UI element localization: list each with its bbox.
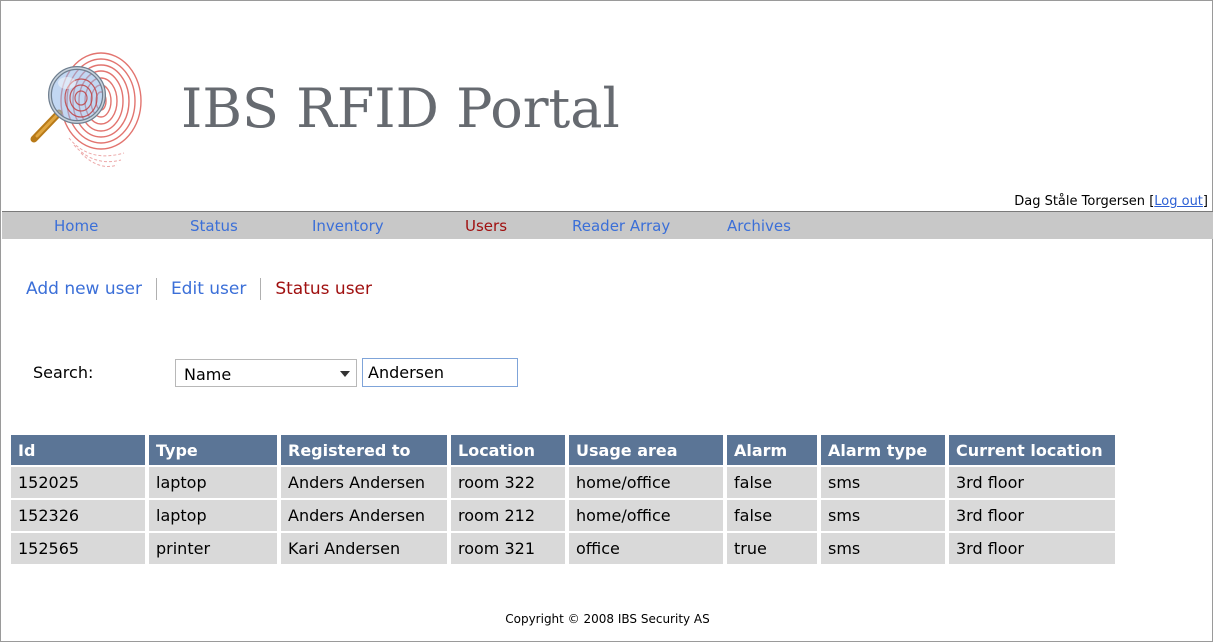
cell-location: room 321 <box>451 533 565 564</box>
column-header: Usage area <box>569 435 723 465</box>
cell-current-location: 3rd floor <box>949 467 1115 498</box>
page-frame: IBS RFID Portal Dag Ståle Torgersen [Log… <box>0 0 1213 642</box>
cell-registered-to: Kari Andersen <box>281 533 447 564</box>
nav-status[interactable]: Status <box>190 217 238 235</box>
search-label: Search: <box>33 363 94 382</box>
subnav-divider <box>260 278 262 300</box>
cell-location: room 212 <box>451 500 565 531</box>
cell-usage-area: office <box>569 533 723 564</box>
nav-reader-array[interactable]: Reader Array <box>572 217 670 235</box>
footer-copyright: Copyright © 2008 IBS Security AS <box>505 612 710 626</box>
logout-link[interactable]: Log out <box>1154 194 1203 209</box>
cell-alarm: true <box>727 533 817 564</box>
search-field-selected: Name <box>184 365 232 384</box>
fingerprint-magnifier-icon <box>30 52 142 167</box>
cell-usage-area: home/office <box>569 467 723 498</box>
table-row[interactable]: 152565 printer Kari Andersen room 321 of… <box>11 533 1115 564</box>
results-table: Id Type Registered to Location Usage are… <box>7 433 1119 566</box>
cell-alarm-type: sms <box>821 533 945 564</box>
cell-registered-to: Anders Andersen <box>281 467 447 498</box>
table-header-row: Id Type Registered to Location Usage are… <box>11 435 1115 465</box>
cell-usage-area: home/office <box>569 500 723 531</box>
column-header: Type <box>149 435 277 465</box>
cell-current-location: 3rd floor <box>949 500 1115 531</box>
logout-bracket-close: ] <box>1202 194 1208 209</box>
nav-users[interactable]: Users <box>465 217 507 235</box>
table-row[interactable]: 152025 laptop Anders Andersen room 322 h… <box>11 467 1115 498</box>
cell-id: 152326 <box>11 500 145 531</box>
cell-location: room 322 <box>451 467 565 498</box>
column-header: Current location <box>949 435 1115 465</box>
cell-registered-to: Anders Andersen <box>281 500 447 531</box>
column-header: Id <box>11 435 145 465</box>
user-subnav: Add new user Edit user Status user <box>26 278 372 300</box>
nav-inventory[interactable]: Inventory <box>312 217 384 235</box>
nav-home[interactable]: Home <box>54 217 98 235</box>
subnav-divider <box>155 278 157 300</box>
site-title: IBS RFID Portal <box>181 77 620 140</box>
search-field-select[interactable]: Name <box>175 359 357 387</box>
cell-alarm: false <box>727 500 817 531</box>
user-name: Dag Ståle Torgersen <box>1014 194 1146 209</box>
column-header: Alarm <box>727 435 817 465</box>
chevron-down-icon <box>340 371 350 377</box>
cell-current-location: 3rd floor <box>949 533 1115 564</box>
cell-alarm-type: sms <box>821 500 945 531</box>
cell-type: printer <box>149 533 277 564</box>
cell-type: laptop <box>149 500 277 531</box>
cell-id: 152565 <box>11 533 145 564</box>
column-header: Location <box>451 435 565 465</box>
search-input[interactable] <box>362 358 518 387</box>
main-navbar: Home Status Inventory Users Reader Array… <box>2 211 1213 239</box>
column-header: Registered to <box>281 435 447 465</box>
column-header: Alarm type <box>821 435 945 465</box>
nav-archives[interactable]: Archives <box>727 217 791 235</box>
cell-alarm: false <box>727 467 817 498</box>
cell-id: 152025 <box>11 467 145 498</box>
user-area: Dag Ståle Torgersen [Log out] <box>1014 194 1208 209</box>
cell-type: laptop <box>149 467 277 498</box>
status-user-link[interactable]: Status user <box>275 279 372 299</box>
table-row[interactable]: 152326 laptop Anders Andersen room 212 h… <box>11 500 1115 531</box>
edit-user-link[interactable]: Edit user <box>171 279 246 299</box>
add-new-user-link[interactable]: Add new user <box>26 279 142 299</box>
cell-alarm-type: sms <box>821 467 945 498</box>
